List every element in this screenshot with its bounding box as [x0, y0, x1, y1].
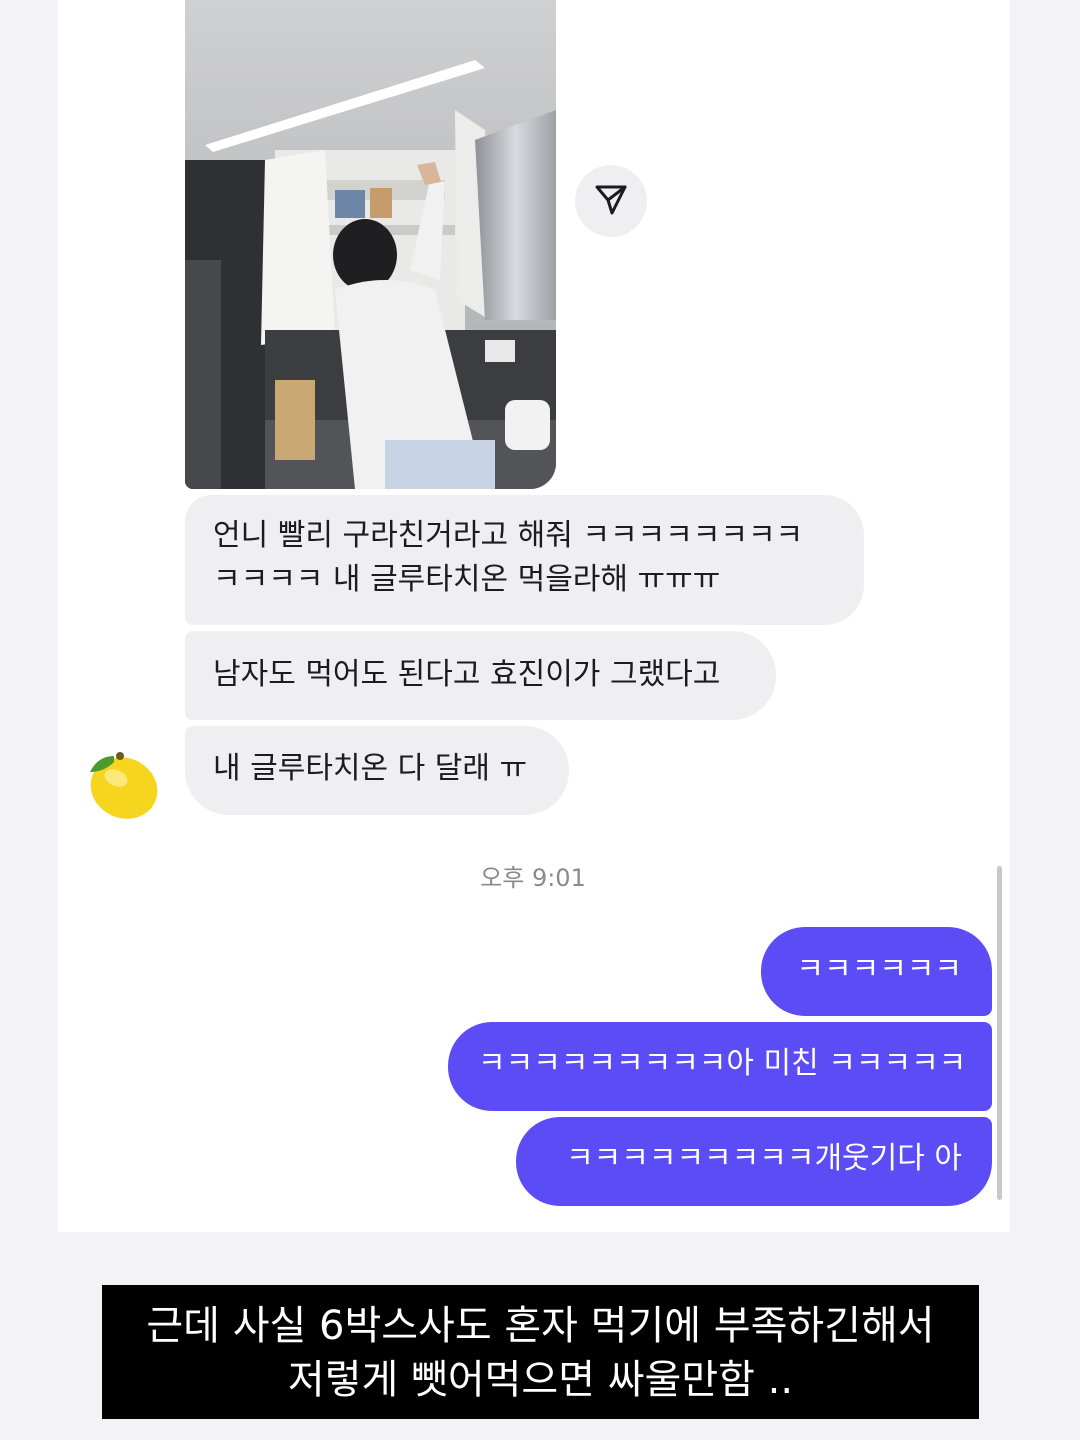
outgoing-message[interactable]: ㅋㅋㅋㅋㅋㅋㅋㅋㅋ아 미친 ㅋㅋㅋㅋㅋ [448, 1022, 992, 1111]
scrollbar[interactable] [997, 866, 1002, 1200]
shared-photo[interactable] [185, 0, 556, 489]
caption-line: 근데 사실 6박스사도 혼자 먹기에 부족하긴해서 [146, 1303, 935, 1349]
incoming-message[interactable]: 남자도 먹어도 된다고 효진이가 그랬다고 [185, 631, 776, 720]
caption-overlay: 근데 사실 6박스사도 혼자 먹기에 부족하긴해서 저렇게 뺏어먹으면 싸울만함… [102, 1285, 979, 1419]
sender-avatar[interactable] [80, 742, 164, 826]
outgoing-message[interactable]: ㅋㅋㅋㅋㅋㅋ [761, 927, 992, 1016]
message-timestamp: 오후 9:01 [480, 864, 586, 892]
outgoing-message[interactable]: ㅋㅋㅋㅋㅋㅋㅋㅋㅋ개웃기다 아 [516, 1117, 992, 1206]
paper-plane-icon [593, 181, 629, 221]
lemon-icon [80, 752, 164, 830]
message-text: ㅋㅋㅋㅋㅋㅋ [796, 952, 962, 987]
incoming-message[interactable]: 내 글루타치온 다 달래 ㅠ [185, 726, 569, 815]
message-text: ㅋㅋㅋㅋㅋㅋㅋㅋㅋ아 미친 ㅋㅋㅋㅋㅋ [478, 1046, 967, 1081]
share-button[interactable] [575, 165, 647, 237]
message-text-line: 언니 빨리 구라친거라고 해줘 ㅋㅋㅋㅋㅋㅋㅋㅋ [213, 518, 804, 553]
message-text-line: ㅋㅋㅋㅋ 내 글루타치온 먹을라해 ㅠㅠㅠ [213, 562, 721, 597]
message-text: 내 글루타치온 다 달래 ㅠ [213, 751, 528, 786]
incoming-message[interactable]: 언니 빨리 구라친거라고 해줘 ㅋㅋㅋㅋㅋㅋㅋㅋ ㅋㅋㅋㅋ 내 글루타치온 먹을… [185, 495, 864, 625]
message-text: ㅋㅋㅋㅋㅋㅋㅋㅋㅋ개웃기다 아 [566, 1141, 962, 1176]
caption-line: 저렇게 뺏어먹으면 싸울만함 .. [287, 1357, 794, 1403]
message-text: 남자도 먹어도 된다고 효진이가 그랬다고 [213, 657, 721, 692]
